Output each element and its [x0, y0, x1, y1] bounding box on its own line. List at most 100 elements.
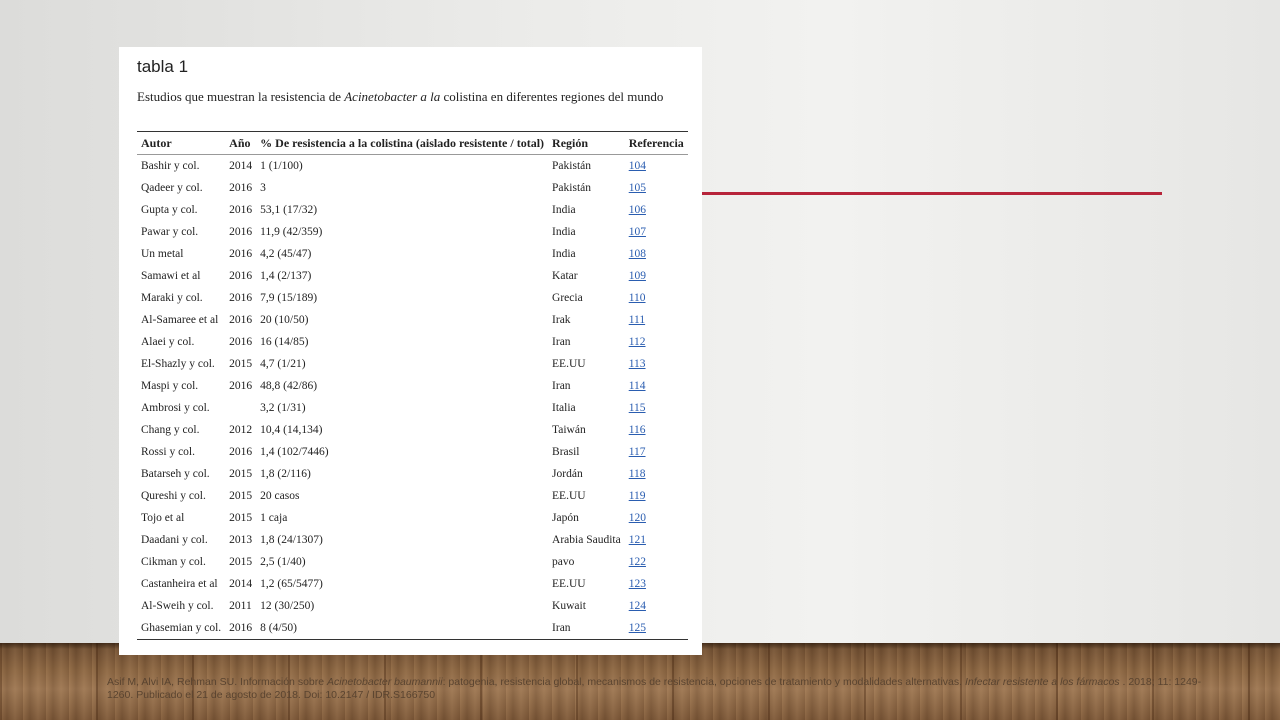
table-row: Maraki y col. 2016 7,9 (15/189) Grecia 110	[137, 287, 688, 309]
cell-ano	[225, 397, 256, 419]
cell-ano: 2015	[229, 468, 253, 480]
reference-link[interactable]: 109	[625, 265, 688, 287]
reference-link[interactable]: 123	[625, 573, 688, 595]
cell-resistencia: 1,4 (2/137)	[260, 270, 312, 282]
cell-autor: Al-Samaree et al	[141, 314, 219, 326]
table-row: Chang y col. 2012 10,4 (14,134) Taiwán 116	[137, 419, 688, 441]
cell-ano: 2016	[229, 446, 253, 458]
cell-ano: 2016	[229, 380, 253, 392]
table-row: Alaei y col. 2016 16 (14/85) Iran 112	[137, 331, 688, 353]
cell-region: Jordán	[552, 468, 583, 480]
cell-resistencia: 2,5 (1/40)	[260, 556, 306, 568]
header-region: Región	[548, 131, 625, 155]
cell-region: Grecia	[552, 292, 583, 304]
cell-ano: 2016	[229, 204, 253, 216]
table-row: Ghasemian y col. 2016 8 (4/50) Iran 125	[137, 617, 688, 640]
reference-link[interactable]: 104	[625, 155, 688, 178]
table-document: tabla 1 Estudios que muestran la resiste…	[119, 47, 702, 655]
reference-link[interactable]: 116	[625, 419, 688, 441]
caption-italic: Acinetobacter a la	[344, 89, 441, 104]
cell-region: India	[552, 226, 576, 238]
cell-ano: 2016	[229, 182, 253, 194]
cell-autor: Castanheira et al	[141, 578, 218, 590]
cell-region: Irak	[552, 314, 571, 326]
cell-region: Arabia Saudita	[552, 534, 621, 546]
reference-link[interactable]: 107	[625, 221, 688, 243]
cell-autor: El-Shazly y col.	[141, 358, 215, 370]
reference-link[interactable]: 112	[625, 331, 688, 353]
cell-region: Kuwait	[552, 600, 586, 612]
table-row: Cikman y col. 2015 2,5 (1/40) pavo 122	[137, 551, 688, 573]
cell-resistencia: 4,7 (1/21)	[260, 358, 306, 370]
cell-autor: Maraki y col.	[141, 292, 203, 304]
cell-region: EE.UU	[552, 578, 586, 590]
cell-ano: 2016	[229, 314, 253, 326]
reference-link[interactable]: 111	[625, 309, 688, 331]
reference-link[interactable]: 114	[625, 375, 688, 397]
table-row: Batarseh y col. 2015 1,8 (2/116) Jordán 118	[137, 463, 688, 485]
cell-ano: 2013	[229, 534, 253, 546]
reference-link[interactable]: 113	[625, 353, 688, 375]
cell-autor: Batarseh y col.	[141, 468, 210, 480]
table-row: Pawar y col. 2016 11,9 (42/359) India 107	[137, 221, 688, 243]
cell-resistencia: 4,2 (45/47)	[260, 248, 312, 260]
cell-autor: Alaei y col.	[141, 336, 195, 348]
cell-resistencia: 1,2 (65/5477)	[260, 578, 323, 590]
cell-ano: 2015	[229, 358, 253, 370]
cell-resistencia: 1,8 (24/1307)	[260, 534, 323, 546]
cell-region: EE.UU	[552, 490, 586, 502]
header-referencia: Referencia	[624, 131, 688, 155]
reference-link[interactable]: 115	[625, 397, 688, 419]
cell-resistencia: 1,8 (2/116)	[260, 468, 311, 480]
citation-text: Asif M, Alvi IA, Rehman SU. Información …	[107, 676, 1207, 702]
reference-link[interactable]: 125	[624, 617, 688, 640]
reference-link[interactable]: 117	[625, 441, 688, 463]
resistance-table: Autor Año % De resistencia a la colistin…	[137, 131, 688, 640]
reference-link[interactable]: 118	[625, 463, 688, 485]
cell-region: pavo	[552, 556, 575, 568]
reference-link[interactable]: 121	[625, 529, 688, 551]
table-row: Bashir y col. 2014 1 (1/100) Pakistán 104	[137, 155, 688, 178]
cell-ano: 2016	[225, 617, 257, 640]
cell-ano: 2014	[229, 578, 253, 590]
reference-link[interactable]: 110	[625, 287, 688, 309]
reference-link[interactable]: 108	[625, 243, 688, 265]
citation-italic1: Acinetobacter baumannii	[327, 676, 443, 688]
table-row: Gupta y col. 2016 53,1 (17/32) India 106	[137, 199, 688, 221]
table-row: Qureshi y col. 2015 20 casos EE.UU 119	[137, 485, 688, 507]
reference-link[interactable]: 119	[625, 485, 688, 507]
table-row: Ambrosi y col. 3,2 (1/31) Italia 115	[137, 397, 688, 419]
cell-region: Taiwán	[552, 424, 586, 436]
reference-link[interactable]: 122	[625, 551, 688, 573]
table-body: Bashir y col. 2014 1 (1/100) Pakistán 104 Qad…	[137, 155, 688, 640]
doc-title: tabla 1	[137, 57, 189, 76]
cell-region: India	[552, 248, 576, 260]
table-row: Qadeer y col. 2016 3 Pakistán 105	[137, 177, 688, 199]
cell-resistencia: 7,9 (15/189)	[260, 292, 318, 304]
cell-autor: Gupta y col.	[141, 204, 198, 216]
cell-region: Katar	[552, 270, 578, 282]
cell-resistencia: 3,2 (1/31)	[260, 402, 306, 414]
cell-ano: 2016	[229, 336, 253, 348]
table-row: Samawi et al 2016 1,4 (2/137) Katar 109	[137, 265, 688, 287]
cell-region: Brasil	[552, 446, 580, 458]
reference-link[interactable]: 120	[625, 507, 688, 529]
cell-autor: Daadani y col.	[141, 534, 208, 546]
reference-link[interactable]: 124	[625, 595, 688, 617]
header-autor: Autor	[137, 131, 226, 155]
caption-text-start: Estudios que muestran la resistencia de	[137, 89, 345, 104]
cell-autor: Pawar y col.	[141, 226, 199, 238]
header-resistencia: % De resistencia a la colistina (aislado…	[256, 131, 549, 155]
cell-resistencia: 11,9 (42/359)	[260, 226, 323, 238]
cell-resistencia: 20 (10/50)	[260, 314, 309, 326]
table-row: Al-Samaree et al 2016 20 (10/50) Irak 111	[137, 309, 688, 331]
reference-link[interactable]: 106	[625, 199, 688, 221]
table-row: Rossi y col. 2016 1,4 (102/7446) Brasil 117	[137, 441, 688, 463]
cell-autor: Qadeer y col.	[141, 182, 203, 194]
reference-link[interactable]: 105	[625, 177, 688, 199]
cell-region: Iran	[548, 617, 625, 640]
doc-caption: Estudios que muestran la resistencia de …	[137, 89, 663, 105]
cell-ano: 2015	[229, 556, 253, 568]
caption-text-end: colistina en diferentes regiones del mun…	[440, 89, 664, 104]
cell-autor: Bashir y col.	[141, 160, 200, 172]
